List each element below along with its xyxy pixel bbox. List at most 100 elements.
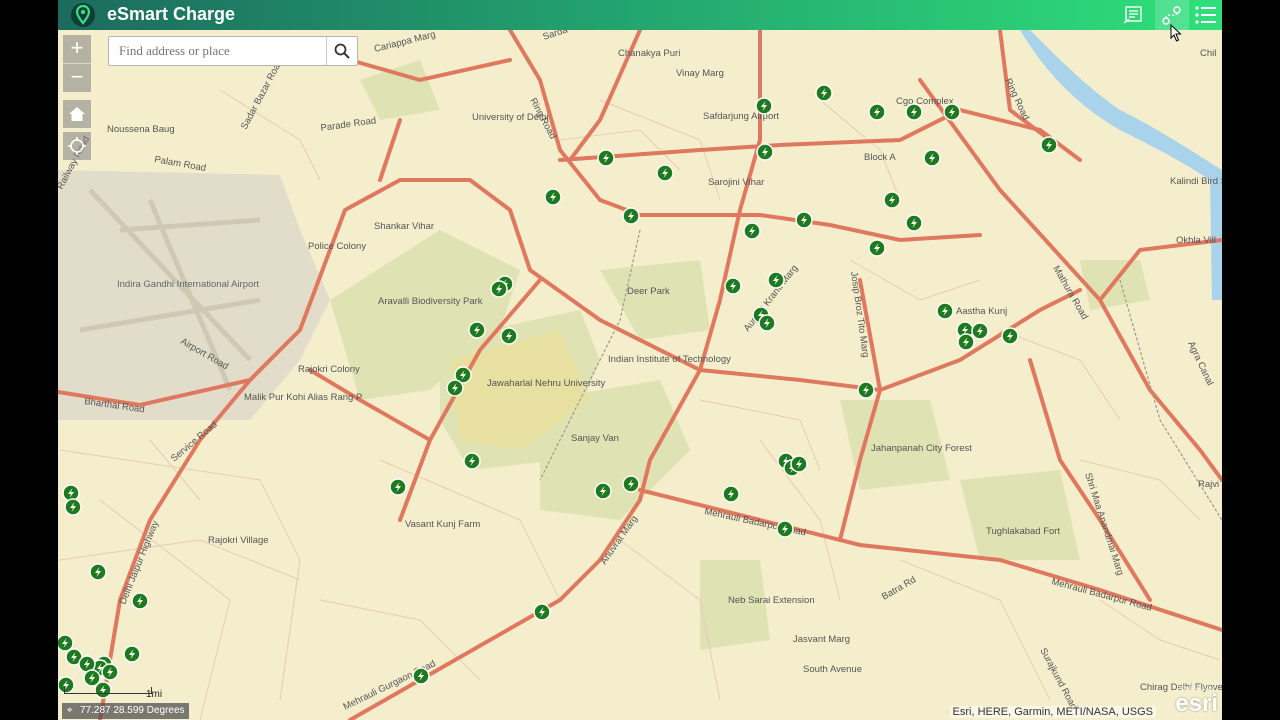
zoom-control: + − xyxy=(63,35,91,92)
charging-station-marker[interactable] xyxy=(790,455,808,473)
map-label: Indira Gandhi International Airport xyxy=(117,279,259,290)
map-label: Sarojini Vihar xyxy=(708,177,764,188)
search-icon xyxy=(334,43,350,59)
charging-station-marker[interactable] xyxy=(463,452,481,470)
map-label: Indian Institute of Technology xyxy=(608,354,731,365)
charging-station-marker[interactable] xyxy=(412,667,430,685)
route-icon xyxy=(1162,6,1181,25)
charging-station-marker[interactable] xyxy=(905,103,923,121)
map-label: Shankar Vihar xyxy=(374,221,434,232)
app-title: eSmart Charge xyxy=(107,4,236,24)
charging-station-marker[interactable] xyxy=(743,222,761,240)
charging-station-marker[interactable] xyxy=(943,103,961,121)
zoom-out-button[interactable]: − xyxy=(63,64,91,92)
charging-station-marker[interactable] xyxy=(622,207,640,225)
map-label: Chanakya Puri xyxy=(618,48,680,59)
mouse-cursor-icon xyxy=(1170,24,1182,42)
charging-station-marker[interactable] xyxy=(389,478,407,496)
map-label: Cgo Complex xyxy=(896,96,954,107)
search-input[interactable] xyxy=(109,37,329,65)
charging-station-marker[interactable] xyxy=(815,84,833,102)
coordinate-readout[interactable]: ⌖ 77.287 28.599 Degrees xyxy=(62,703,189,719)
map-label: South Avenue xyxy=(803,664,862,675)
map-label: Sanjay Van xyxy=(571,433,619,444)
charging-station-marker[interactable] xyxy=(533,603,551,621)
charging-station-marker[interactable] xyxy=(622,475,640,493)
charging-station-marker[interactable] xyxy=(755,97,773,115)
locate-icon xyxy=(68,137,86,155)
home-icon xyxy=(69,107,85,121)
charging-station-marker[interactable] xyxy=(724,277,742,295)
search-widget xyxy=(108,36,358,66)
charging-station-marker[interactable] xyxy=(446,379,464,397)
charging-station-marker[interactable] xyxy=(905,214,923,232)
charging-station-marker[interactable] xyxy=(923,149,941,167)
crosshair-icon: ⌖ xyxy=(67,705,73,716)
charging-station-marker[interactable] xyxy=(767,271,785,289)
charging-station-marker[interactable] xyxy=(123,645,141,663)
map-label: Deer Park xyxy=(627,286,670,297)
charge-logo-icon xyxy=(71,3,95,27)
map-label: Jawaharlal Nehru University xyxy=(487,378,606,389)
charging-station-marker[interactable] xyxy=(1040,136,1058,154)
charging-station-marker[interactable] xyxy=(101,663,119,681)
app-window: eSmart Charge Sarda Cariappa Marg Chanak… xyxy=(58,0,1222,720)
coordinate-value: 77.287 28.599 Degrees xyxy=(80,705,185,716)
charging-station-marker[interactable] xyxy=(83,669,101,687)
charging-station-marker[interactable] xyxy=(500,327,518,345)
charging-station-marker[interactable] xyxy=(776,520,794,538)
scale-bar xyxy=(64,687,152,694)
charging-station-marker[interactable] xyxy=(89,563,107,581)
charging-station-marker[interactable] xyxy=(758,314,776,332)
legend-icon xyxy=(1123,6,1142,24)
search-button[interactable] xyxy=(326,37,357,65)
map-label: Rajokri Colony xyxy=(298,364,360,375)
map-label: Aastha Kunj xyxy=(956,306,1007,317)
map-label: Rajvi xyxy=(1198,479,1219,490)
charging-station-marker[interactable] xyxy=(594,482,612,500)
charging-station-marker[interactable] xyxy=(468,321,486,339)
map-label: Vinay Marg xyxy=(676,68,724,79)
map-label: Kalindi Bird Sanctuary xyxy=(1170,176,1222,187)
map-label: Vasant Kunj Farm xyxy=(405,519,480,530)
charging-station-marker[interactable] xyxy=(597,149,615,167)
charging-station-marker[interactable] xyxy=(971,322,989,340)
charging-station-marker[interactable] xyxy=(656,164,674,182)
charging-station-marker[interactable] xyxy=(544,188,562,206)
charging-station-marker[interactable] xyxy=(795,211,813,229)
charging-station-marker[interactable] xyxy=(131,592,149,610)
map-label: Tughlakabad Fort xyxy=(986,526,1060,537)
map-label: Police Colony xyxy=(308,241,366,252)
map-label: Okhla Vill xyxy=(1176,235,1216,246)
map-label: Jasvant Marg xyxy=(793,634,850,645)
map-label: Neb Sarai Extension xyxy=(728,595,815,606)
layer-list-button[interactable] xyxy=(1189,0,1222,30)
map-view[interactable]: Sarda Cariappa Marg Chanakya Puri Vinay … xyxy=(58,30,1222,720)
zoom-in-button[interactable]: + xyxy=(63,35,91,63)
home-button[interactable] xyxy=(63,100,91,128)
charging-station-marker[interactable] xyxy=(868,103,886,121)
charging-station-marker[interactable] xyxy=(756,143,774,161)
charging-station-marker[interactable] xyxy=(936,302,954,320)
charging-station-marker[interactable] xyxy=(64,498,82,516)
list-icon xyxy=(1195,6,1216,24)
charging-station-marker[interactable] xyxy=(957,333,975,351)
app-header: eSmart Charge xyxy=(58,0,1222,30)
map-attribution[interactable]: Esri, HERE, Garmin, METI/NASA, USGS xyxy=(949,706,1156,718)
charging-station-marker[interactable] xyxy=(883,191,901,209)
map-label: Chil xyxy=(1200,48,1216,59)
map-label: Noussena Baug xyxy=(107,124,175,135)
map-label: Malik Pur Kohi Alias Rang P xyxy=(244,392,362,403)
charging-station-marker[interactable] xyxy=(857,381,875,399)
legend-button[interactable] xyxy=(1117,0,1151,30)
locate-button[interactable] xyxy=(63,132,91,160)
charging-station-marker[interactable] xyxy=(868,239,886,257)
map-label: Aravalli Biodiversity Park xyxy=(378,296,483,307)
map-label: Jahanpanah City Forest xyxy=(871,443,972,454)
charging-station-marker[interactable] xyxy=(490,280,508,298)
charging-station-marker[interactable] xyxy=(722,485,740,503)
charging-station-marker[interactable] xyxy=(1001,327,1019,345)
esri-logo[interactable]: esri xyxy=(1175,690,1218,718)
map-label: Rajokri Village xyxy=(208,535,269,546)
charging-station-marker[interactable] xyxy=(58,634,74,652)
